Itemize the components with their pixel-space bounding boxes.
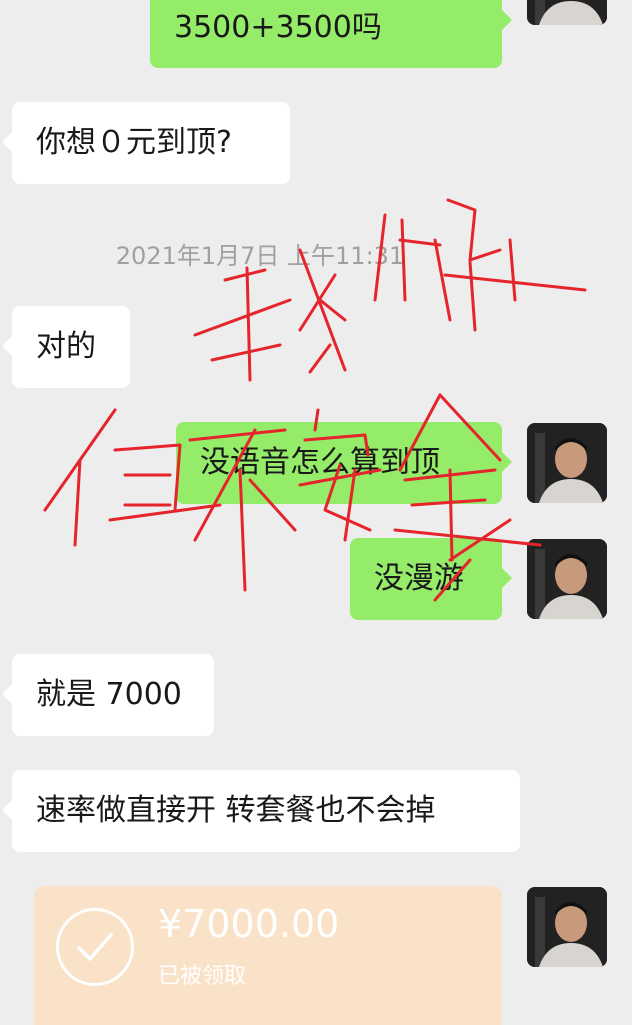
avatar[interactable] xyxy=(527,539,607,619)
message-timestamp: 2021年1月7日 上午11:31 xyxy=(115,242,405,270)
transfer-status: 已被领取 xyxy=(158,964,247,989)
chat-bubble-incoming[interactable]: 你想０元到顶? xyxy=(2,102,290,184)
avatar-photo xyxy=(527,887,607,967)
transfer-card[interactable]: ¥7000.00 已被领取 xyxy=(34,886,502,1025)
avatar-photo xyxy=(527,423,607,503)
avatar-photo xyxy=(527,539,607,619)
avatar[interactable] xyxy=(527,423,607,503)
chat-bubble-outgoing[interactable]: 没漫游 xyxy=(350,538,512,620)
chat-bubble-outgoing[interactable]: 没语音怎么算到顶 xyxy=(176,422,512,504)
chat-bubble-incoming[interactable]: 速率做直接开 转套餐也不会掉 xyxy=(2,770,520,852)
check-circle-icon xyxy=(56,908,134,986)
avatar-photo xyxy=(527,0,607,25)
chat-bubble-incoming[interactable]: 就是 7000 xyxy=(2,654,214,736)
transfer-amount: ¥7000.00 xyxy=(158,902,340,946)
chat-bubble-incoming[interactable]: 对的 xyxy=(2,306,130,388)
avatar[interactable] xyxy=(527,887,607,967)
chat-bubble-outgoing[interactable]: 3500+3500吗 xyxy=(150,0,512,68)
avatar[interactable] xyxy=(527,0,607,25)
